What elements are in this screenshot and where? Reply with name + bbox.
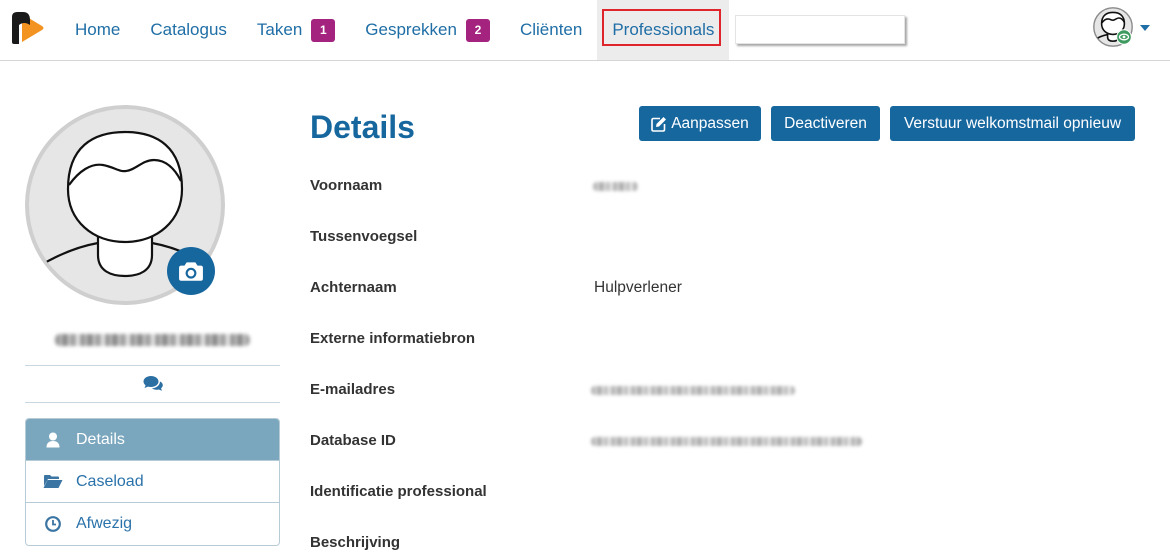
field-value-redacted: [591, 437, 862, 446]
main-nav: Home Catalogus Taken 1 Gesprekken 2 Clië…: [60, 0, 730, 60]
gesprekken-count-badge: 2: [465, 18, 490, 42]
field-value-redacted: [593, 182, 638, 191]
edit-button-label: Aanpassen: [671, 114, 749, 132]
field-label: E-mailadres: [310, 381, 396, 398]
sidebar-item-label: Afwezig: [76, 515, 133, 532]
sidebar-item-label: Details: [76, 431, 125, 448]
nav-item-label: Catalogus: [150, 20, 227, 39]
nav-item-clienten[interactable]: Cliënten: [505, 0, 597, 60]
field-label: Beschrijving: [310, 534, 401, 551]
change-photo-button[interactable]: [167, 247, 215, 295]
caret-down-icon[interactable]: [1140, 25, 1150, 31]
field-row-email: E-mailadres: [310, 380, 1140, 400]
field-value: Hulpverlener: [594, 279, 682, 296]
profile-name-redacted: [55, 334, 250, 346]
profile-side-menu: Details Caseload Afwezig: [25, 418, 280, 546]
field-row-beschrijving: Beschrijving: [310, 533, 1140, 553]
clock-icon: [42, 515, 64, 532]
camera-icon: [178, 260, 204, 282]
user-menu[interactable]: [1090, 5, 1155, 51]
sidebar-item-caseload[interactable]: Caseload: [26, 460, 279, 502]
nav-item-professionals[interactable]: Professionals: [597, 0, 730, 60]
field-label: Database ID: [310, 432, 396, 449]
user-icon: [42, 431, 64, 448]
divider: [25, 365, 280, 366]
sidebar-item-details[interactable]: Details: [26, 419, 279, 460]
field-row-voornaam: Voornaam: [310, 176, 1140, 196]
nav-item-catalogus[interactable]: Catalogus: [135, 0, 242, 60]
logo-icon[interactable]: [8, 9, 46, 47]
taken-count-badge: 1: [311, 18, 336, 42]
field-row-externe-informatiebron: Externe informatiebron: [310, 329, 1140, 349]
divider: [25, 402, 280, 403]
empty-popover: [735, 15, 905, 44]
nav-item-gesprekken[interactable]: Gesprekken 2: [350, 0, 505, 60]
sidebar-item-afwezig[interactable]: Afwezig: [26, 502, 279, 544]
sidebar-item-label: Caseload: [76, 473, 144, 490]
field-label: Achternaam: [310, 279, 397, 296]
edit-button[interactable]: Aanpassen: [639, 106, 761, 141]
page-title: Details: [310, 109, 415, 145]
top-navbar: Home Catalogus Taken 1 Gesprekken 2 Clië…: [0, 0, 1170, 61]
resend-button-label: Verstuur welkomstmail opnieuw: [903, 114, 1122, 132]
nav-item-home[interactable]: Home: [60, 0, 135, 60]
eye-icon: [1116, 29, 1132, 45]
field-value-redacted: [591, 386, 795, 395]
nav-item-label: Cliënten: [519, 20, 583, 39]
field-row-identificatie-professional: Identificatie professional: [310, 482, 1140, 502]
field-label: Externe informatiebron: [310, 330, 476, 347]
field-row-database-id: Database ID: [310, 431, 1140, 451]
comments-icon[interactable]: [143, 375, 163, 391]
folder-open-icon: [42, 473, 64, 490]
highlight-outline: [602, 9, 722, 46]
deactivate-button[interactable]: Deactiveren: [771, 106, 880, 141]
deactivate-button-label: Deactiveren: [784, 114, 867, 132]
nav-item-label: Taken: [256, 20, 303, 39]
field-label: Voornaam: [310, 177, 383, 194]
nav-item-label: Gesprekken: [365, 20, 457, 39]
field-row-achternaam: Achternaam Hulpverlener: [310, 278, 1140, 298]
resend-welcome-mail-button[interactable]: Verstuur welkomstmail opnieuw: [890, 106, 1135, 141]
nav-item-taken[interactable]: Taken 1: [242, 0, 350, 60]
nav-item-label: Home: [75, 20, 121, 39]
field-label: Tussenvoegsel: [310, 228, 418, 245]
field-row-tussenvoegsel: Tussenvoegsel: [310, 227, 1140, 247]
edit-icon: [651, 116, 667, 132]
field-label: Identificatie professional: [310, 483, 487, 500]
